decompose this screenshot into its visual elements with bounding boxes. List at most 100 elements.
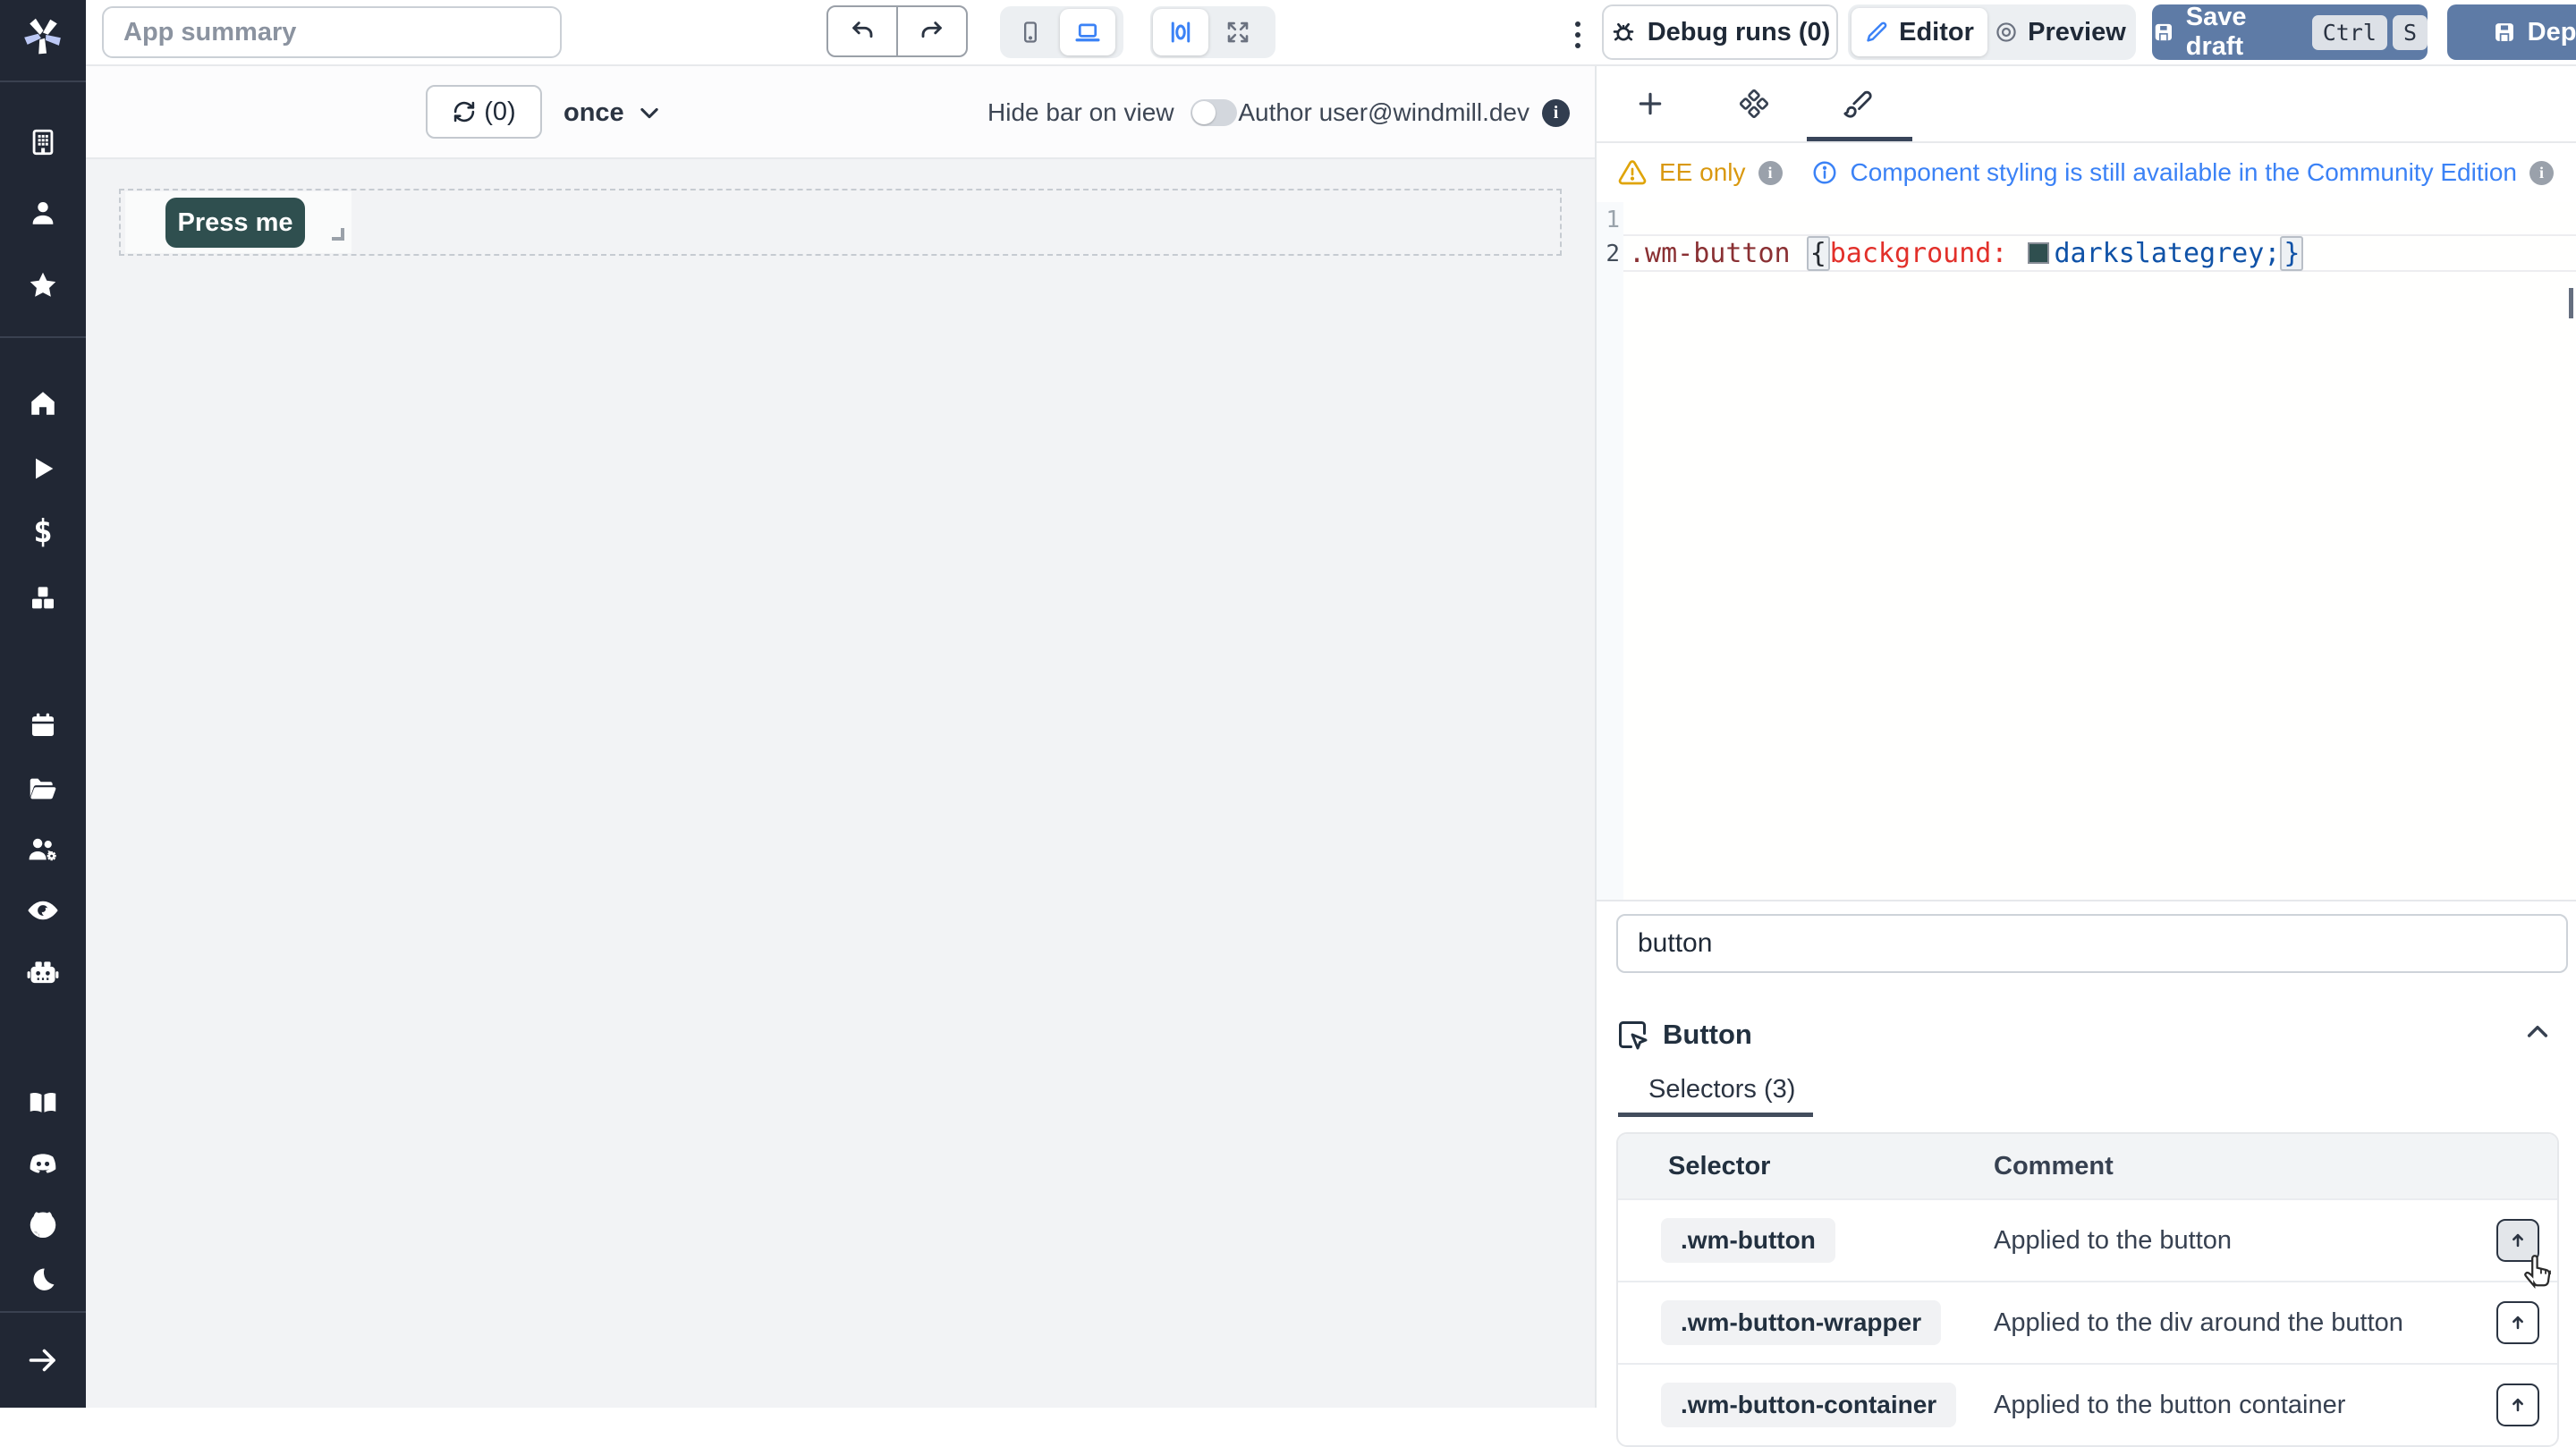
moon-icon [28, 1265, 58, 1295]
author-info-icon[interactable]: i [1542, 99, 1570, 127]
components-icon [1740, 89, 1768, 118]
sidebar-item-schedules[interactable] [0, 705, 86, 746]
overview-ruler-mark [2569, 288, 2573, 318]
discord-icon [26, 1147, 60, 1180]
resize-handle[interactable] [332, 228, 344, 241]
device-toggle-group [1000, 6, 1123, 58]
selector-chip: .wm-button-container [1661, 1383, 1956, 1427]
selector-chip: .wm-button-wrapper [1661, 1300, 1941, 1345]
css-selector-token: .wm-button [1629, 238, 1807, 269]
hide-bar-toggle[interactable] [1191, 99, 1237, 126]
component-style-search-input[interactable] [1616, 914, 2568, 973]
app-summary-input[interactable] [102, 6, 562, 58]
code-line: .wm-button {background: darkslategrey;} [1629, 234, 2303, 272]
editor-preview-toggle: Editor Preview [1848, 4, 2136, 60]
editor-tab[interactable]: Editor [1852, 8, 1987, 56]
semicolon-token: ; [2264, 238, 2280, 269]
sidebar-item-workspace[interactable] [0, 122, 86, 163]
open-brace-token: { [1807, 236, 1830, 271]
community-edition-notice[interactable]: Component styling is still available in … [1851, 158, 2517, 187]
phone-icon [1018, 20, 1043, 45]
home-icon [28, 388, 58, 419]
ee-info-icon[interactable]: i [1758, 161, 1783, 185]
robot-icon [26, 956, 60, 990]
tab-styling[interactable] [1822, 66, 1894, 141]
top-header: Debug runs (0) Editor Preview Save draft… [86, 0, 2576, 66]
sidebar-item-folders[interactable] [0, 768, 86, 809]
sidebar-collapse-toggle[interactable] [0, 1340, 86, 1381]
calendar-icon [28, 710, 58, 740]
bug-icon [1610, 19, 1637, 46]
notice-info-icon[interactable]: i [2529, 161, 2554, 185]
sidebar-item-runs[interactable] [0, 448, 86, 489]
component-cell[interactable]: Press me [125, 191, 352, 253]
redo-icon [919, 18, 945, 45]
css-code-editor[interactable]: 1 2 .wm-button {background: darkslategre… [1597, 202, 2576, 900]
save-icon [2152, 20, 2175, 45]
apply-selector-button[interactable] [2496, 1301, 2539, 1344]
save-draft-button[interactable]: Save draft CtrlS [2152, 4, 2428, 60]
editor-gutter: 1 2 [1597, 202, 1623, 900]
play-icon [29, 454, 57, 483]
undo-button[interactable] [826, 5, 898, 57]
sidebar-item-workers[interactable] [0, 952, 86, 994]
refresh-count: (0) [484, 97, 515, 127]
app-canvas[interactable]: Press me [86, 159, 1595, 1408]
chevron-up-icon [2523, 1018, 2552, 1046]
kbd-s: S [2393, 15, 2428, 50]
press-me-button[interactable]: Press me [165, 198, 305, 248]
refresh-icon [452, 99, 477, 124]
eye-icon [26, 893, 60, 927]
tab-components[interactable] [1718, 66, 1790, 141]
table-row: .wm-button-container Applied to the butt… [1618, 1363, 2557, 1445]
apply-selector-button[interactable] [2496, 1219, 2539, 1262]
selectors-table: Selector Comment .wm-button Applied to t… [1616, 1132, 2559, 1447]
apply-selector-button[interactable] [2496, 1384, 2539, 1426]
center-content-button[interactable] [1153, 9, 1208, 55]
line-number: 1 [1597, 204, 1620, 236]
run-mode-select[interactable]: once [564, 66, 662, 159]
laptop-icon [1074, 19, 1101, 46]
fullscreen-button[interactable] [1210, 9, 1266, 55]
collapse-section-button[interactable] [2523, 1018, 2552, 1046]
redo-button[interactable] [896, 5, 968, 57]
refresh-button[interactable]: (0) [426, 85, 542, 139]
star-icon [27, 269, 59, 301]
selectors-tab[interactable]: Selectors (3) [1648, 1075, 1795, 1104]
sidebar-item-discord[interactable] [0, 1143, 86, 1184]
more-options-menu[interactable] [1560, 15, 1596, 55]
book-open-icon [27, 1087, 59, 1119]
deploy-button[interactable]: Deploy [2447, 4, 2576, 60]
panel-tab-bar [1597, 66, 2576, 143]
preview-tab-label: Preview [2028, 18, 2126, 47]
sidebar-item-user[interactable] [0, 192, 86, 233]
debug-runs-button[interactable]: Debug runs (0) [1602, 4, 1838, 60]
preview-tab[interactable]: Preview [1987, 8, 2132, 56]
arrow-up-icon [2505, 1228, 2530, 1253]
sidebar-item-resources[interactable] [0, 578, 86, 619]
sidebar-item-docs[interactable] [0, 1082, 86, 1123]
right-panel: EE only i Component styling is still ava… [1595, 66, 2576, 1408]
sidebar-item-audit[interactable] [0, 890, 86, 931]
brush-icon [1843, 89, 1873, 119]
layout-toggle-group [1150, 6, 1275, 58]
tab-insert-component[interactable] [1614, 66, 1686, 141]
sidebar-item-favorites[interactable] [0, 265, 86, 306]
button-section-header[interactable]: Button [1616, 1012, 2559, 1057]
sidebar-item-home[interactable] [0, 383, 86, 424]
folder-open-icon [27, 773, 59, 805]
selector-column-header: Selector [1618, 1152, 1994, 1181]
sidebar-item-github[interactable] [0, 1204, 86, 1245]
expand-icon [1224, 19, 1251, 46]
sidebar-item-theme[interactable] [0, 1259, 86, 1300]
selectors-tab-underline [1618, 1113, 1813, 1117]
sidebar-item-groups[interactable] [0, 829, 86, 870]
windmill-logo[interactable] [0, 11, 86, 61]
line-number: 2 [1597, 238, 1620, 270]
desktop-view-button[interactable] [1060, 9, 1115, 55]
sidebar-item-variables[interactable]: $ [0, 511, 86, 552]
mobile-view-button[interactable] [1003, 9, 1058, 55]
color-swatch[interactable] [2028, 242, 2049, 264]
chevron-down-icon [637, 100, 662, 125]
panel-divider [1597, 900, 2576, 901]
